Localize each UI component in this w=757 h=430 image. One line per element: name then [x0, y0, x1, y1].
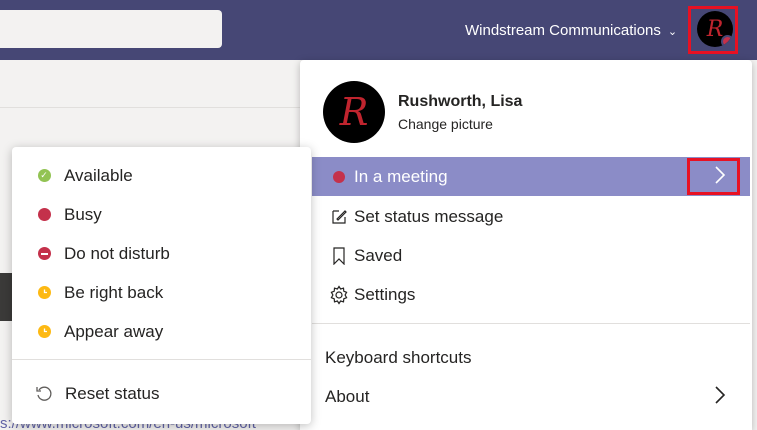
menu-item-label: Keyboard shortcuts [325, 347, 472, 367]
status-option-be-right-back[interactable]: Be right back [12, 273, 311, 312]
status-option-do-not-disturb[interactable]: Do not disturb [12, 234, 311, 273]
highlight-box-chevron [687, 158, 740, 195]
chevron-down-icon: ⌄ [667, 25, 678, 38]
busy-presence-icon [37, 208, 51, 221]
status-option-label: Do not disturb [64, 243, 170, 263]
check-presence-icon: ✓ [37, 169, 51, 182]
status-option-label: Appear away [64, 321, 164, 341]
reset-icon [35, 385, 53, 403]
reset-status-button[interactable]: Reset status [12, 374, 311, 413]
menu-item-status[interactable]: In a meeting [312, 157, 750, 196]
reset-status-label: Reset status [65, 383, 160, 403]
status-option-label: Be right back [64, 282, 164, 302]
chevron-right-icon [714, 385, 726, 411]
org-name: Windstream Communications [465, 21, 661, 39]
status-option-busy[interactable]: Busy [12, 195, 311, 234]
menu-item-label: Settings [354, 284, 416, 304]
gear-icon [324, 284, 354, 305]
profile-header: R Rushworth, Lisa Change picture [323, 81, 522, 143]
menu-item-label: In a meeting [354, 166, 448, 186]
org-switcher[interactable]: Windstream Communications ⌄ [465, 20, 677, 40]
menu-item-about[interactable]: About [312, 377, 750, 416]
status-option-label: Available [64, 165, 133, 185]
clock-presence-icon [37, 325, 51, 338]
status-option-appear-away[interactable]: Appear away [12, 312, 311, 351]
profile-name: Rushworth, Lisa [398, 92, 523, 110]
status-option-label: Busy [64, 204, 102, 224]
menu-item-set-status[interactable]: Set status message [312, 197, 750, 236]
profile-avatar[interactable]: R [323, 81, 385, 143]
background-divider [0, 107, 300, 108]
edit-icon [324, 208, 354, 226]
clock-presence-icon [37, 286, 51, 299]
highlight-box-avatar [688, 6, 738, 54]
search-box[interactable] [0, 10, 222, 48]
menu-item-saved[interactable]: Saved [312, 236, 750, 275]
menu-item-keyboard-shortcuts[interactable]: Keyboard shortcuts [312, 338, 750, 377]
change-picture-link[interactable]: Change picture [398, 116, 522, 132]
status-menu-divider [12, 359, 311, 360]
busy-status-icon [333, 170, 345, 183]
menu-item-label: About [325, 386, 370, 406]
menu-item-settings[interactable]: Settings [312, 275, 750, 314]
menu-divider [312, 323, 750, 324]
menu-item-label: Set status message [354, 206, 504, 226]
status-option-available[interactable]: ✓ Available [12, 156, 311, 195]
dnd-presence-icon [37, 247, 51, 260]
menu-item-label: Saved [354, 245, 403, 265]
bookmark-icon [324, 246, 354, 265]
avatar-monogram-large: R [339, 90, 369, 134]
